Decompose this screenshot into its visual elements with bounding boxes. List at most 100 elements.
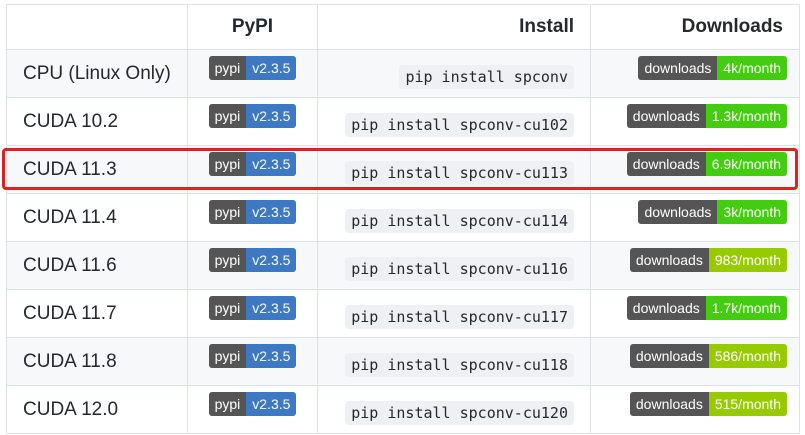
downloads-badge-label: downloads [638,55,718,80]
pypi-badge[interactable]: pypi v2.3.5 [208,103,297,128]
pypi-badge-label: pypi [208,151,247,176]
install-command[interactable]: pip install spconv-cu117 [345,304,574,329]
install-command[interactable]: pip install spconv-cu120 [345,400,574,425]
downloads-badge-count: 6.9k/month [705,151,787,176]
cuda-version-label: CUDA 10.2 [6,97,188,146]
pypi-badge[interactable]: pypi v2.3.5 [208,391,297,416]
downloads-badge-label: downloads [629,343,709,368]
pypi-badge-label: pypi [208,295,247,320]
downloads-badge-label: downloads [626,151,706,176]
install-command[interactable]: pip install spconv-cu118 [345,352,574,377]
table-row: CUDA 12.0 pypi v2.3.5 pip install spconv… [6,385,800,434]
pypi-badge-version: v2.3.5 [246,55,297,80]
table-row: CUDA 11.8 pypi v2.3.5 pip install spconv… [6,337,800,386]
pypi-cell: pypi v2.3.5 [187,289,318,338]
downloads-badge[interactable]: downloads 983/month [629,247,787,272]
downloads-badge-count: 983/month [708,247,787,272]
install-cell: pip install spconv-cu113 [317,145,591,194]
downloads-cell: downloads 1.7k/month [590,289,800,338]
pypi-cell: pypi v2.3.5 [187,337,318,386]
downloads-badge[interactable]: downloads 586/month [629,343,787,368]
install-cell: pip install spconv [317,49,591,98]
install-command[interactable]: pip install spconv [399,64,574,89]
pypi-cell: pypi v2.3.5 [187,145,318,194]
downloads-cell: downloads 3k/month [590,193,800,242]
table-row: CPU (Linux Only) pypi v2.3.5 pip install… [6,49,800,98]
pypi-badge-label: pypi [208,55,247,80]
header-empty [6,4,188,50]
header-downloads: Downloads [590,4,800,50]
table-row: CUDA 11.4 pypi v2.3.5 pip install spconv… [6,193,800,242]
header-install: Install [317,4,591,50]
install-cell: pip install spconv-cu120 [317,385,591,434]
table-body: CPU (Linux Only) pypi v2.3.5 pip install… [6,49,800,434]
downloads-badge-count: 586/month [708,343,787,368]
downloads-badge-count: 4k/month [717,55,787,80]
cuda-version-label: CUDA 11.7 [6,289,188,338]
pypi-badge-version: v2.3.5 [246,151,297,176]
pypi-cell: pypi v2.3.5 [187,97,318,146]
pypi-badge-version: v2.3.5 [246,343,297,368]
pypi-badge-label: pypi [208,343,247,368]
downloads-badge-count: 3k/month [717,199,787,224]
page: PyPI Install Downloads CPU (Linux Only) … [0,0,805,435]
install-cell: pip install spconv-cu117 [317,289,591,338]
downloads-badge-count: 1.3k/month [705,103,787,128]
pypi-badge[interactable]: pypi v2.3.5 [208,199,297,224]
cuda-version-label: CUDA 11.6 [6,241,188,290]
pypi-badge-label: pypi [208,247,247,272]
install-command[interactable]: pip install spconv-cu116 [345,256,574,281]
pypi-cell: pypi v2.3.5 [187,241,318,290]
downloads-cell: downloads 6.9k/month [590,145,800,194]
install-cell: pip install spconv-cu116 [317,241,591,290]
downloads-badge-label: downloads [638,199,718,224]
cuda-version-label: CUDA 11.8 [6,337,188,386]
cuda-version-label: CUDA 11.4 [6,193,188,242]
downloads-badge[interactable]: downloads 3k/month [638,199,787,224]
pypi-badge[interactable]: pypi v2.3.5 [208,151,297,176]
pypi-badge-version: v2.3.5 [246,103,297,128]
downloads-cell: downloads 983/month [590,241,800,290]
pypi-badge-label: pypi [208,391,247,416]
table-row: CUDA 11.6 pypi v2.3.5 pip install spconv… [6,241,800,290]
pypi-badge-version: v2.3.5 [246,295,297,320]
install-cell: pip install spconv-cu102 [317,97,591,146]
downloads-badge-label: downloads [629,247,709,272]
downloads-badge[interactable]: downloads 1.7k/month [626,295,787,320]
downloads-badge[interactable]: downloads 1.3k/month [626,103,787,128]
downloads-badge-label: downloads [626,103,706,128]
table-row: CUDA 10.2 pypi v2.3.5 pip install spconv… [6,97,800,146]
downloads-cell: downloads 4k/month [590,49,800,98]
pypi-badge-label: pypi [208,103,247,128]
pypi-cell: pypi v2.3.5 [187,385,318,434]
cuda-version-label: CPU (Linux Only) [6,49,188,98]
cuda-version-label: CUDA 11.3 [6,145,188,194]
table-row: CUDA 11.7 pypi v2.3.5 pip install spconv… [6,289,800,338]
pypi-badge[interactable]: pypi v2.3.5 [208,343,297,368]
table-header-row: PyPI Install Downloads [6,4,800,50]
downloads-badge[interactable]: downloads 4k/month [638,55,787,80]
downloads-cell: downloads 515/month [590,385,800,434]
downloads-badge-count: 1.7k/month [705,295,787,320]
downloads-cell: downloads 1.3k/month [590,97,800,146]
pypi-badge[interactable]: pypi v2.3.5 [208,295,297,320]
install-command[interactable]: pip install spconv-cu102 [345,112,574,137]
pypi-cell: pypi v2.3.5 [187,49,318,98]
pypi-badge-version: v2.3.5 [246,199,297,224]
pypi-badge-label: pypi [208,199,247,224]
install-cell: pip install spconv-cu118 [317,337,591,386]
install-command[interactable]: pip install spconv-cu114 [345,208,574,233]
downloads-badge[interactable]: downloads 6.9k/month [626,151,787,176]
header-pypi: PyPI [187,4,318,50]
install-cell: pip install spconv-cu114 [317,193,591,242]
downloads-badge[interactable]: downloads 515/month [629,391,787,416]
install-table: PyPI Install Downloads CPU (Linux Only) … [6,4,800,434]
pypi-badge[interactable]: pypi v2.3.5 [208,247,297,272]
install-command[interactable]: pip install spconv-cu113 [345,160,574,185]
downloads-badge-label: downloads [629,391,709,416]
pypi-badge[interactable]: pypi v2.3.5 [208,55,297,80]
table-row: CUDA 11.3 pypi v2.3.5 pip install spconv… [6,145,800,194]
downloads-badge-count: 515/month [708,391,787,416]
pypi-badge-version: v2.3.5 [246,391,297,416]
pypi-cell: pypi v2.3.5 [187,193,318,242]
